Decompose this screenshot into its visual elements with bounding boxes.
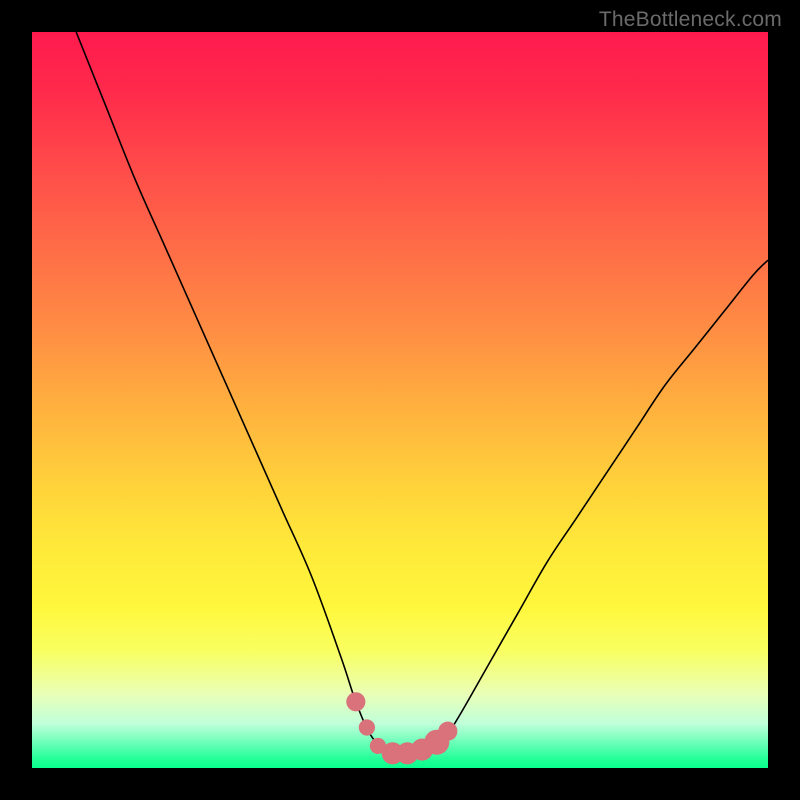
plot-area xyxy=(32,32,768,768)
valley-marker xyxy=(359,719,375,735)
chart-stage: TheBottleneck.com xyxy=(0,0,800,800)
valley-markers xyxy=(346,692,457,764)
marker-layer xyxy=(32,32,768,768)
valley-marker xyxy=(346,692,365,711)
valley-marker xyxy=(438,722,457,741)
watermark-text: TheBottleneck.com xyxy=(599,8,782,32)
